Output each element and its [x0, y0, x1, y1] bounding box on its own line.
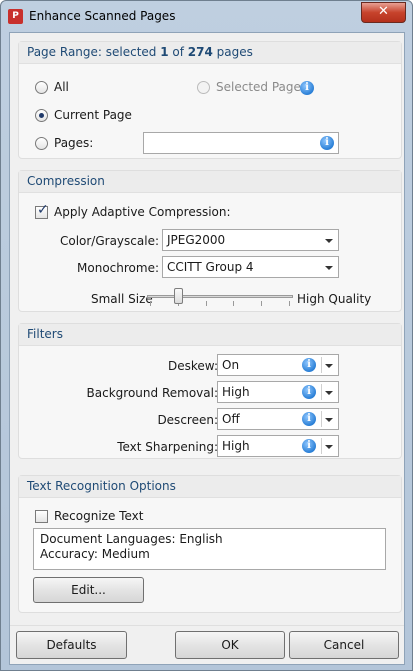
info-icon[interactable]: i	[302, 439, 316, 453]
dialog-body: Page Range: selected 1 of 274 pages All …	[9, 32, 405, 665]
pages-radio[interactable]	[35, 137, 48, 150]
adaptive-compression-label[interactable]: Apply Adaptive Compression:	[54, 205, 231, 219]
edit-button[interactable]: Edit...	[33, 577, 144, 603]
checkmark-icon: ✓	[37, 202, 49, 218]
background-removal-label: Background Removal:	[86, 386, 218, 400]
cancel-button[interactable]: Cancel	[289, 631, 399, 659]
deskew-dropdown[interactable]: On i	[217, 354, 339, 376]
chevron-down-icon	[325, 418, 333, 422]
dialog-window: P Enhance Scanned Pages ✕ Page Range: se…	[0, 0, 413, 671]
slider-min-label: Small Size	[91, 292, 153, 306]
background-removal-dropdown[interactable]: High i	[217, 381, 339, 403]
slider-thumb[interactable]	[174, 288, 183, 304]
color-grayscale-value: JPEG2000	[167, 233, 226, 247]
info-icon[interactable]: i	[300, 81, 314, 95]
compression-panel: Compression ✓ Apply Adaptive Compression…	[18, 170, 402, 312]
filters-heading: Filters	[19, 324, 401, 346]
pages-input[interactable]: i	[143, 132, 339, 154]
text-sharpening-dropdown[interactable]: High i	[217, 435, 339, 457]
text-sharpening-label: Text Sharpening:	[117, 440, 218, 454]
monochrome-label: Monochrome:	[77, 261, 159, 275]
close-button[interactable]: ✕	[361, 2, 406, 23]
descreen-dropdown[interactable]: Off i	[217, 408, 339, 430]
text-recognition-heading: Text Recognition Options	[19, 476, 401, 498]
info-icon[interactable]: i	[320, 136, 334, 150]
page-range-panel: Page Range: selected 1 of 274 pages All …	[18, 41, 402, 159]
defaults-button[interactable]: Defaults	[16, 631, 127, 659]
descreen-value: Off	[222, 412, 240, 426]
divider	[321, 357, 322, 373]
chevron-down-icon	[325, 364, 333, 368]
chevron-down-icon	[325, 266, 333, 270]
selected-pages-label[interactable]: Selected Pages	[216, 80, 307, 94]
deskew-value: On	[222, 358, 240, 372]
monochrome-value: CCITT Group 4	[167, 260, 254, 274]
total-count: 274	[187, 45, 213, 59]
info-icon[interactable]: i	[302, 412, 316, 426]
slider-tick	[150, 301, 151, 306]
selected-count: 1	[160, 45, 169, 59]
slider-tick	[289, 301, 290, 306]
chevron-down-icon	[325, 391, 333, 395]
slider-tick	[233, 301, 234, 306]
ok-button[interactable]: OK	[175, 631, 285, 659]
slider-max-label: High Quality	[297, 292, 372, 306]
current-page-radio[interactable]	[35, 109, 48, 122]
slider-tick	[261, 301, 262, 306]
ocr-accuracy-text: Accuracy: Medium	[40, 547, 150, 561]
adaptive-compression-checkbox[interactable]: ✓	[35, 202, 49, 219]
current-page-label[interactable]: Current Page	[54, 108, 132, 122]
recognize-text-label[interactable]: Recognize Text	[54, 509, 143, 523]
text-recognition-panel: Text Recognition Options Recognize Text …	[18, 475, 402, 613]
chevron-down-icon	[325, 239, 333, 243]
deskew-label: Deskew:	[168, 359, 218, 373]
divider	[321, 411, 322, 427]
compression-heading: Compression	[19, 171, 401, 193]
descreen-label: Descreen:	[157, 413, 218, 427]
page-range-heading-prefix: Page Range: selected	[27, 45, 161, 59]
info-icon[interactable]: i	[302, 358, 316, 372]
monochrome-dropdown[interactable]: CCITT Group 4	[162, 256, 339, 278]
chevron-down-icon	[325, 445, 333, 449]
recognize-text-checkbox[interactable]	[35, 510, 48, 523]
all-radio[interactable]	[35, 81, 48, 94]
slider-tick	[206, 301, 207, 306]
filters-panel: Filters Deskew: On i Background Removal:…	[18, 323, 402, 459]
pages-radio-label[interactable]: Pages:	[54, 136, 93, 150]
slider-track	[147, 295, 293, 298]
divider	[321, 438, 322, 454]
dialog-footer: Defaults OK Cancel	[10, 625, 404, 664]
page-range-heading: Page Range: selected 1 of 274 pages	[19, 42, 401, 64]
divider	[321, 384, 322, 400]
selected-pages-radio[interactable]	[197, 81, 210, 94]
quality-slider[interactable]	[147, 285, 293, 309]
ocr-languages-text: Document Languages: English	[40, 532, 223, 546]
background-removal-value: High	[222, 385, 250, 399]
page-range-heading-middle: of	[168, 45, 188, 59]
text-sharpening-value: High	[222, 439, 250, 453]
color-grayscale-dropdown[interactable]: JPEG2000	[162, 229, 339, 251]
info-icon[interactable]: i	[302, 385, 316, 399]
page-range-heading-suffix: pages	[212, 45, 253, 59]
color-grayscale-label: Color/Grayscale:	[59, 234, 159, 248]
title-bar[interactable]: P Enhance Scanned Pages ✕	[1, 1, 412, 31]
all-radio-label[interactable]: All	[54, 80, 69, 94]
window-title: Enhance Scanned Pages	[29, 9, 176, 23]
pdf-app-icon: P	[8, 9, 23, 24]
ocr-summary-box: Document Languages: English Accuracy: Me…	[33, 528, 386, 570]
